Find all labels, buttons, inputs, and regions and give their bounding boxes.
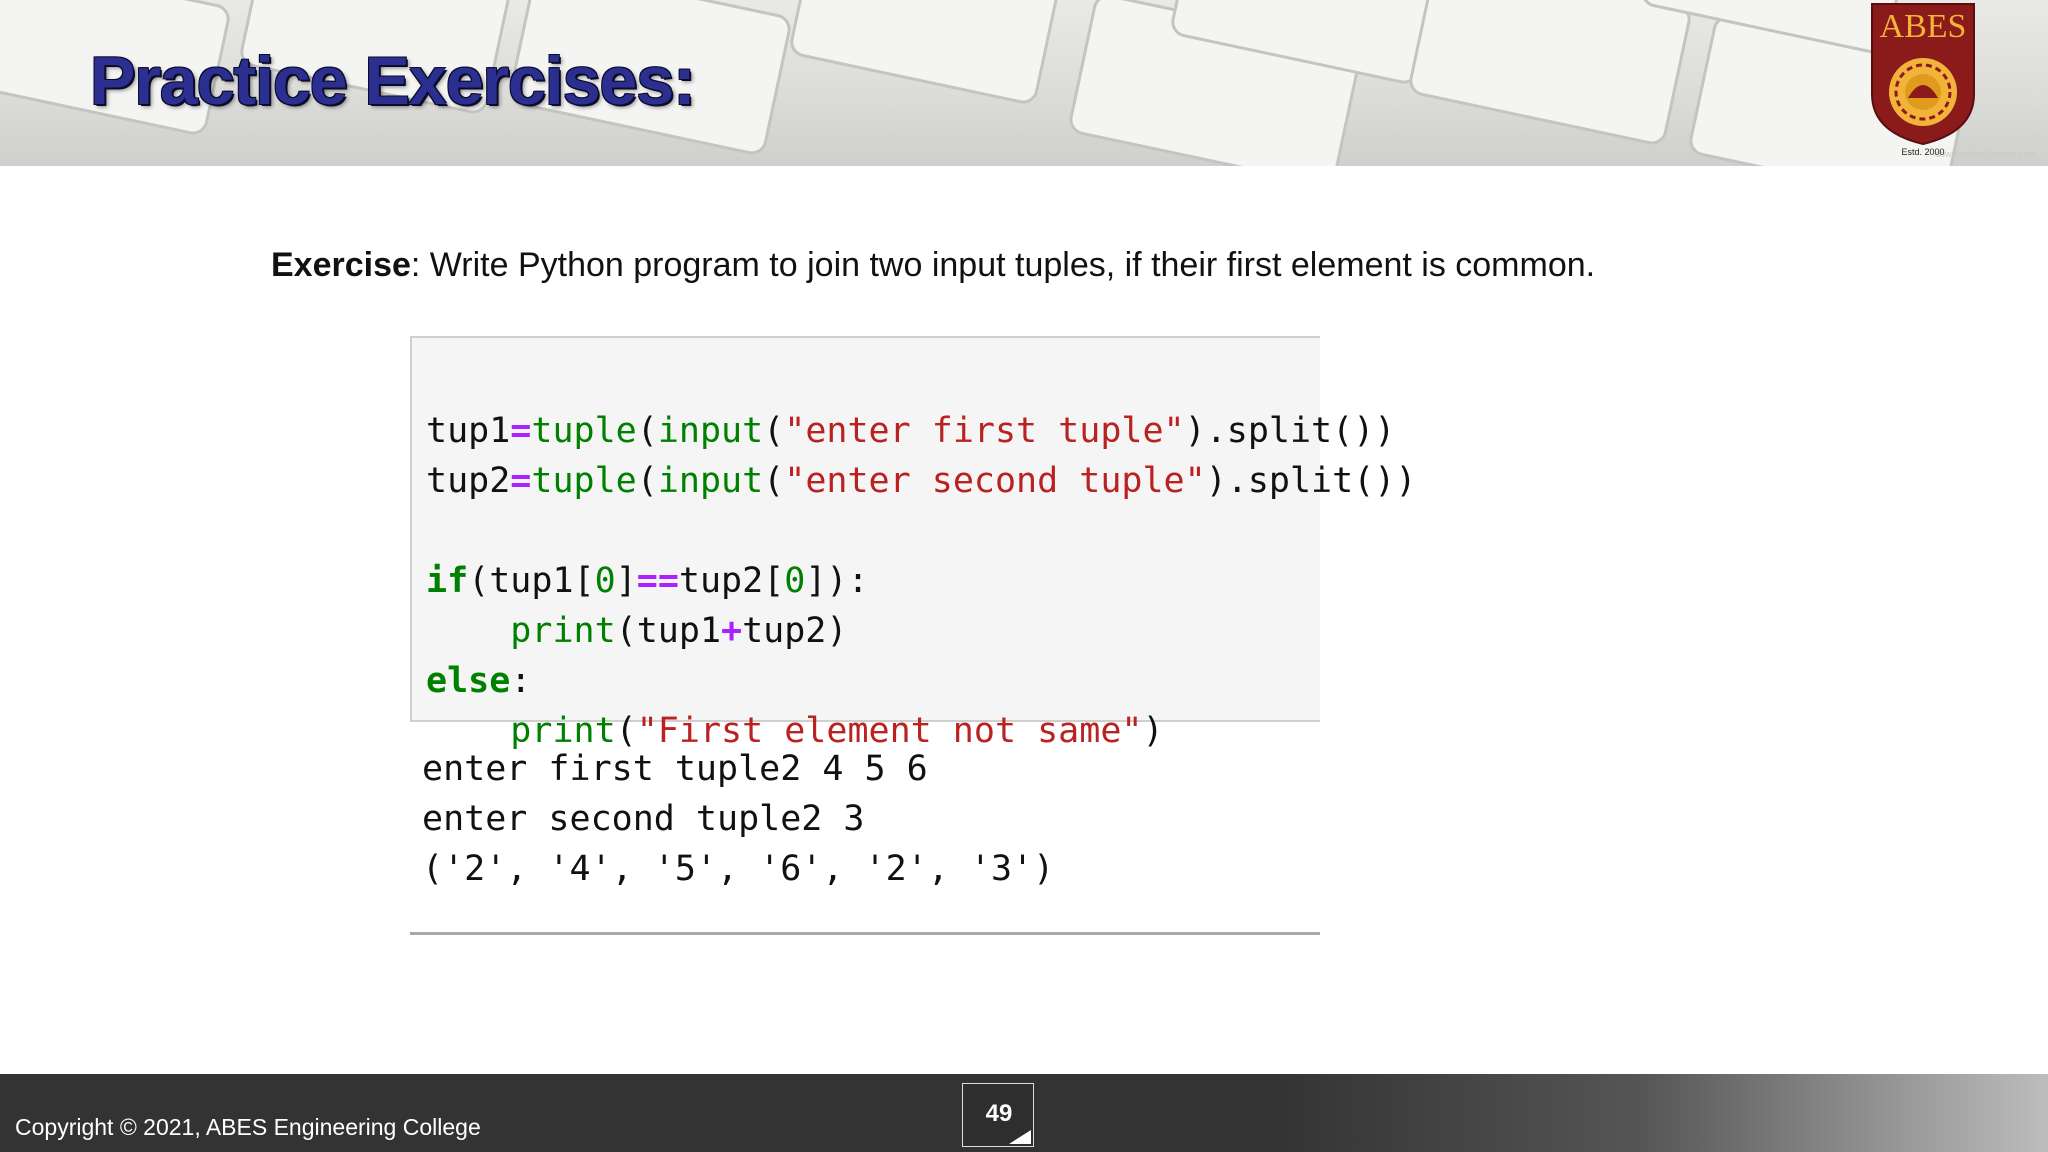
output-line: ('2', '4', '5', '6', '2', '3') [422, 849, 1055, 889]
code-cell: tup1=tuple(input("enter first tuple").sp… [410, 336, 1416, 751]
code-line-1: tup1=tuple(input("enter first tuple").sp… [426, 411, 1396, 451]
code-line-5: print(tup1+tup2) [510, 611, 848, 651]
exercise-text: : Write Python program to join two input… [410, 246, 1596, 284]
logo-name: ABES [1879, 8, 1967, 45]
exercise-label: Exercise [271, 246, 411, 284]
logo-established: Estd. 2000 [1901, 147, 1945, 157]
output-divider [410, 932, 1320, 935]
code-line-6: else: [426, 661, 532, 701]
page-number: 49 [985, 1100, 1013, 1127]
slide-title: Practice Exercises: [90, 43, 696, 119]
code-line-4: if(tup1[0]==tup2[0]): [426, 561, 869, 601]
copyright-text: Copyright © 2021, ABES Engineering Colle… [15, 1114, 481, 1140]
output-line: enter second tuple2 3 [422, 799, 865, 839]
page-number-box: 49 [962, 1083, 1034, 1147]
program-output: enter first tuple2 4 5 6 enter second tup… [422, 744, 1054, 894]
code-line-2: tup2=tuple(input("enter second tuple").s… [426, 461, 1417, 501]
page-fold-icon [1009, 1130, 1031, 1144]
footer-bar: Copyright © 2021, ABES Engineering Colle… [0, 1074, 2048, 1152]
output-line: enter first tuple2 4 5 6 [422, 749, 928, 789]
exercise-statement: Exercise: Write Python program to join t… [271, 246, 1595, 285]
header-banner: Practice Exercises: downloadwallpapers.c… [0, 0, 2048, 166]
abes-logo: ABES Estd. 2000 [1868, 2, 1978, 160]
